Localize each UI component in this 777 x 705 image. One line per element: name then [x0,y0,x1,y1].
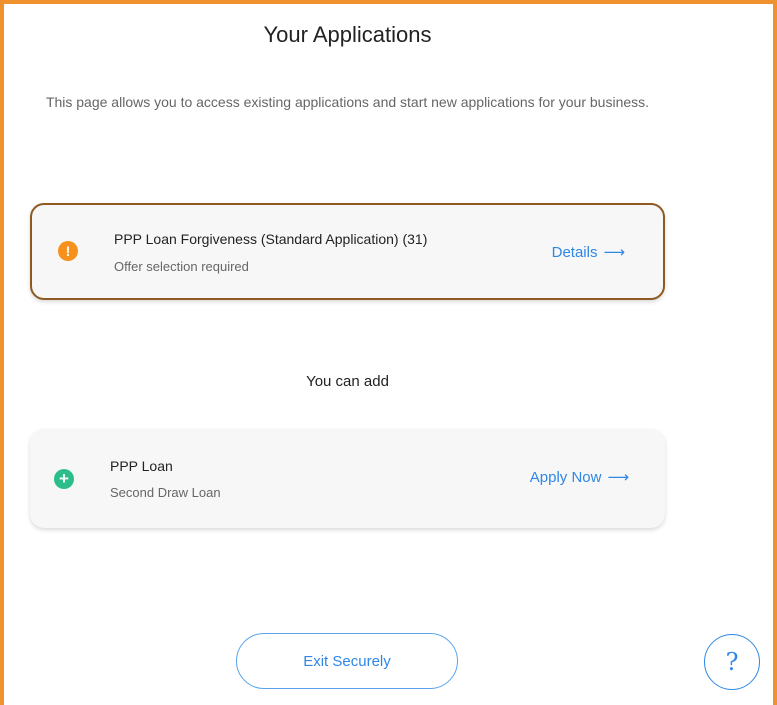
page-intro: This page allows you to access existing … [45,94,650,110]
details-label: Details [551,243,598,261]
help-question-icon[interactable]: ? [704,634,760,690]
details-link[interactable]: Details ⟶ [551,243,625,262]
add-section-heading: You can add [306,373,389,390]
arrow-right-icon: ⟶ [607,469,629,486]
add-option-title: PPP Loan [110,458,173,474]
application-status: Offer selection required [114,259,249,274]
exclamation-icon: ! [58,241,78,261]
add-option-subtitle: Second Draw Loan [110,485,221,500]
application-card[interactable]: ! PPP Loan Forgiveness (Standard Applica… [30,203,665,300]
application-title: PPP Loan Forgiveness (Standard Applicati… [114,231,428,247]
apply-now-label: Apply Now [529,468,602,486]
apply-now-link[interactable]: Apply Now ⟶ [529,468,629,487]
arrow-right-icon: ⟶ [603,244,625,261]
page-title: Your Applications [263,22,432,47]
plus-icon: + [54,469,74,489]
exit-securely-button[interactable]: Exit Securely [236,633,458,689]
add-option-card[interactable]: + PPP Loan Second Draw Loan Apply Now ⟶ [30,429,665,528]
